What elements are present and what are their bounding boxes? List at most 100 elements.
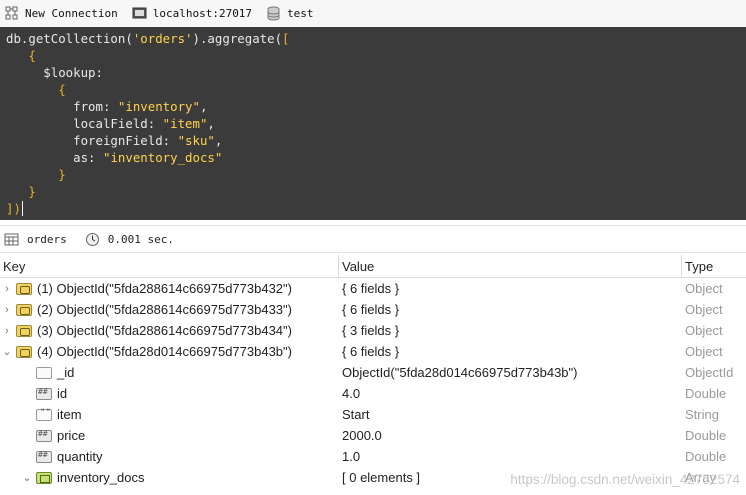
- connection-tab[interactable]: New Connection: [4, 6, 118, 21]
- key-text: (3) ObjectId("5fda288614c66975d773b434"): [37, 323, 292, 338]
- object-icon: [16, 324, 32, 337]
- table-row[interactable]: › (3) ObjectId("5fda288614c66975d773b434"…: [0, 320, 746, 341]
- value-cell: 2000.0: [342, 428, 382, 443]
- table-row[interactable]: _id ObjectId("5fda28d014c66975d773b43b") O…: [0, 362, 746, 383]
- table-icon: [4, 232, 19, 247]
- code-token: "inventory": [117, 99, 200, 114]
- number-icon: [36, 450, 52, 463]
- key-cell: › (1) ObjectId("5fda288614c66975d773b432"…: [0, 278, 339, 299]
- code-line: localField: "item",: [6, 115, 746, 132]
- key-cell: item: [0, 404, 339, 425]
- key-text: inventory_docs: [57, 470, 145, 485]
- column-header-type[interactable]: Type: [682, 255, 746, 277]
- watermark: https://blog.csdn.net/weixin_42752574: [510, 472, 740, 487]
- value-cell: { 6 fields }: [342, 302, 400, 317]
- type-cell: Object: [685, 302, 723, 317]
- code-line: {: [6, 81, 746, 98]
- server-tab[interactable]: localhost:27017: [132, 6, 252, 21]
- key-cell: _id: [0, 362, 339, 383]
- type-cell: Double: [685, 449, 727, 464]
- clock-icon: [85, 232, 100, 247]
- code-token: localField:: [6, 116, 163, 131]
- code-line: {: [6, 47, 746, 64]
- code-line: from: "inventory",: [6, 98, 746, 115]
- table-row[interactable]: id 4.0 Double: [0, 383, 746, 404]
- key-text: (4) ObjectId("5fda28d014c66975d773b43b"): [37, 344, 292, 359]
- type-cell: ObjectId: [685, 365, 734, 380]
- code-token: 'orders': [132, 31, 193, 46]
- code-line: db.getCollection('orders').aggregate([: [6, 30, 746, 47]
- code-token: "item": [162, 116, 208, 131]
- table-row[interactable]: › (1) ObjectId("5fda288614c66975d773b432"…: [0, 278, 746, 299]
- key-text: id: [57, 386, 68, 401]
- key-text: price: [57, 428, 86, 443]
- table-body: › (1) ObjectId("5fda288614c66975d773b432"…: [0, 278, 746, 488]
- chevron-down-icon[interactable]: ⌄: [0, 345, 14, 358]
- database-icon: [266, 6, 281, 21]
- connection-label: New Connection: [25, 7, 118, 20]
- chevron-right-icon[interactable]: ›: [0, 325, 14, 337]
- code-token: foreignField:: [6, 133, 178, 148]
- type-cell: Object: [685, 323, 723, 338]
- connection-icon: [4, 6, 19, 21]
- query-time: 0.001 sec.: [107, 232, 174, 246]
- code-line: }: [6, 166, 746, 183]
- code-line: ]): [6, 200, 746, 217]
- code-token: }: [58, 167, 66, 182]
- value-cell: { 3 fields }: [342, 323, 400, 338]
- table-header: Key Value Type: [0, 255, 746, 278]
- table-row[interactable]: quantity 1.0 Double: [0, 446, 746, 467]
- code-token: ).aggregate(: [192, 31, 283, 46]
- value-cell: Start: [342, 407, 370, 422]
- value-cell: 1.0: [342, 449, 361, 464]
- code-line: as: "inventory_docs": [6, 149, 746, 166]
- code-token: [: [282, 31, 290, 46]
- connection-bar: New Connection localhost:27017 test: [0, 0, 746, 27]
- object-icon: [16, 282, 32, 295]
- code-token: from:: [6, 99, 118, 114]
- array-icon: [36, 471, 52, 484]
- table-row[interactable]: item Start String: [0, 404, 746, 425]
- type-cell: Double: [685, 428, 727, 443]
- server-icon: [132, 6, 147, 21]
- table-row[interactable]: price 2000.0 Double: [0, 425, 746, 446]
- chevron-right-icon[interactable]: ›: [0, 304, 14, 316]
- number-icon: [36, 429, 52, 442]
- key-text: (2) ObjectId("5fda288614c66975d773b433"): [37, 302, 292, 317]
- query-editor[interactable]: db.getCollection('orders').aggregate([ {…: [0, 27, 746, 220]
- table-row[interactable]: ⌄ (4) ObjectId("5fda28d014c66975d773b43b"…: [0, 341, 746, 362]
- type-cell: Object: [685, 281, 723, 296]
- code-token: "sku": [177, 133, 215, 148]
- collection-indicator: orders: [4, 232, 67, 247]
- code-token: ]): [6, 201, 21, 216]
- column-header-value[interactable]: Value: [339, 255, 682, 277]
- code-token: ,: [214, 133, 223, 148]
- database-tab[interactable]: test: [266, 6, 314, 21]
- server-label: localhost:27017: [152, 7, 253, 20]
- chevron-right-icon[interactable]: ›: [0, 283, 14, 295]
- object-icon: [16, 345, 32, 358]
- query-time-indicator: 0.001 sec.: [85, 232, 174, 247]
- code-line: foreignField: "sku",: [6, 132, 746, 149]
- key-text: item: [57, 407, 82, 422]
- result-status-bar: orders 0.001 sec.: [0, 225, 746, 253]
- key-cell: ⌄ inventory_docs: [0, 467, 339, 488]
- code-token: }: [28, 184, 36, 199]
- key-cell: quantity: [0, 446, 339, 467]
- text-cursor: [21, 201, 23, 216]
- code-token: ,: [199, 99, 208, 114]
- value-cell: 4.0: [342, 386, 361, 401]
- key-cell: price: [0, 425, 339, 446]
- code-line: }: [6, 183, 746, 200]
- database-label: test: [287, 7, 314, 20]
- chevron-down-icon[interactable]: ⌄: [20, 471, 34, 484]
- column-header-key[interactable]: Key: [0, 255, 339, 277]
- number-icon: [36, 387, 52, 400]
- table-row[interactable]: › (2) ObjectId("5fda288614c66975d773b433"…: [0, 299, 746, 320]
- code-token: $lookup:: [6, 65, 103, 80]
- value-cell: { 6 fields }: [342, 281, 400, 296]
